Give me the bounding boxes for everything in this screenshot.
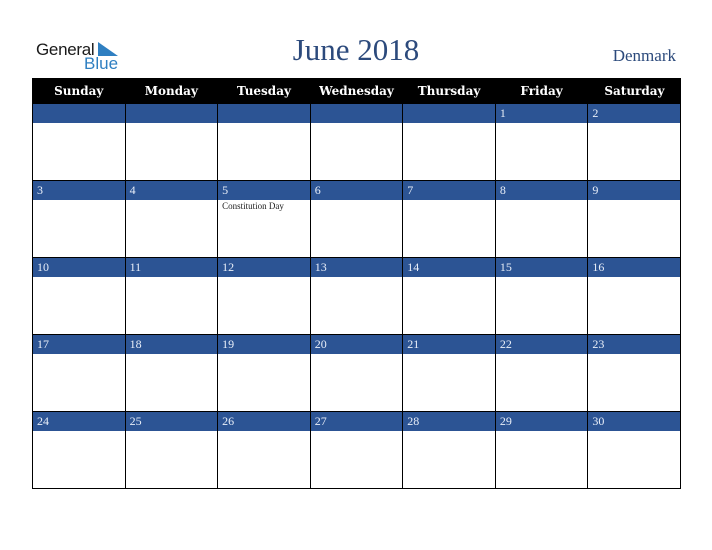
day-cell[interactable]: 19 [217, 334, 311, 412]
weekday-header-wednesday: Wednesday [309, 78, 403, 104]
day-cell[interactable]: 11 [124, 257, 219, 335]
day-number: 21 [403, 335, 495, 354]
day-cell[interactable]: 23 [587, 334, 681, 412]
day-cell[interactable]: 29 [494, 411, 589, 489]
holiday-event: Constitution Day [222, 201, 284, 211]
day-cell[interactable]: 5 Constitution Day [217, 180, 311, 258]
country-label: Denmark [612, 46, 676, 65]
day-cell[interactable]: 15 [494, 257, 589, 335]
day-cell[interactable]: 12 [217, 257, 311, 335]
day-number: 16 [588, 258, 680, 277]
day-cell[interactable]: 9 [587, 180, 681, 258]
day-number: 1 [495, 104, 588, 123]
day-cell[interactable]: 26 [217, 411, 311, 489]
weekday-header-friday: Friday [494, 78, 588, 104]
day-cell[interactable]: 24 [32, 411, 126, 489]
day-number: 5 [218, 181, 310, 200]
day-number [125, 104, 218, 123]
day-cell[interactable]: 3 [32, 180, 126, 258]
day-number: 14 [403, 258, 495, 277]
day-number: 12 [218, 258, 310, 277]
day-number [33, 104, 125, 123]
day-cell[interactable]: 8 [494, 180, 589, 258]
day-number: 22 [495, 335, 588, 354]
day-number: 8 [495, 181, 588, 200]
weekday-header-sunday: Sunday [32, 78, 126, 104]
day-number: 26 [218, 412, 310, 431]
day-number: 3 [33, 181, 125, 200]
day-number: 11 [125, 258, 218, 277]
day-number: 30 [588, 412, 680, 431]
day-number: 23 [588, 335, 680, 354]
day-number [218, 104, 310, 123]
day-number: 17 [33, 335, 125, 354]
day-cell[interactable] [309, 103, 404, 181]
weekday-header-thursday: Thursday [402, 78, 496, 104]
day-cell[interactable]: 13 [309, 257, 404, 335]
day-number: 4 [125, 181, 218, 200]
day-cell[interactable]: 17 [32, 334, 126, 412]
day-cell[interactable]: 18 [124, 334, 219, 412]
day-cell[interactable]: 22 [494, 334, 589, 412]
calendar-grid: Sunday Monday Tuesday Wednesday Thursday Frid… [32, 78, 681, 489]
day-cell[interactable]: 6 [309, 180, 404, 258]
day-number: 18 [125, 335, 218, 354]
weekday-header-monday: Monday [124, 78, 218, 104]
week-row: 17 18 19 20 21 22 23 [32, 334, 681, 412]
day-cell[interactable]: 10 [32, 257, 126, 335]
day-number: 2 [588, 104, 680, 123]
day-number [403, 104, 495, 123]
day-number: 15 [495, 258, 588, 277]
day-cell[interactable]: 27 [309, 411, 404, 489]
day-cell[interactable]: 7 [402, 180, 496, 258]
day-cell[interactable]: 2 [587, 103, 681, 181]
day-cell[interactable]: 4 [124, 180, 219, 258]
week-row: 24 25 26 27 28 29 30 [32, 411, 681, 489]
day-cell[interactable]: 21 [402, 334, 496, 412]
day-number: 7 [403, 181, 495, 200]
day-number: 25 [125, 412, 218, 431]
day-number: 28 [403, 412, 495, 431]
day-cell[interactable]: 30 [587, 411, 681, 489]
week-row: 12 [32, 103, 681, 181]
weekday-header-tuesday: Tuesday [217, 78, 311, 104]
day-number: 9 [588, 181, 680, 200]
day-number: 20 [310, 335, 403, 354]
day-number [310, 104, 403, 123]
day-number: 29 [495, 412, 588, 431]
day-cell[interactable]: 20 [309, 334, 404, 412]
day-cell[interactable]: 16 [587, 257, 681, 335]
day-number: 10 [33, 258, 125, 277]
day-cell[interactable] [217, 103, 311, 181]
week-row: 3 4 5 Constitution Day 6 7 8 9 [32, 180, 681, 258]
day-cell[interactable] [124, 103, 219, 181]
day-cell[interactable]: 28 [402, 411, 496, 489]
day-cell[interactable] [32, 103, 126, 181]
day-number: 13 [310, 258, 403, 277]
day-cell[interactable]: 25 [124, 411, 219, 489]
day-number: 24 [33, 412, 125, 431]
weekday-header-row: Sunday Monday Tuesday Wednesday Thursday Frid… [32, 78, 681, 104]
day-cell[interactable] [402, 103, 496, 181]
week-row: 10 11 12 13 14 15 16 [32, 257, 681, 335]
day-cell[interactable]: 14 [402, 257, 496, 335]
weekday-header-saturday: Saturday [587, 78, 681, 104]
day-number: 19 [218, 335, 310, 354]
calendar-title: June 2018 [292, 32, 420, 67]
day-number: 27 [310, 412, 403, 431]
day-cell[interactable]: 1 [494, 103, 589, 181]
day-number: 6 [310, 181, 403, 200]
